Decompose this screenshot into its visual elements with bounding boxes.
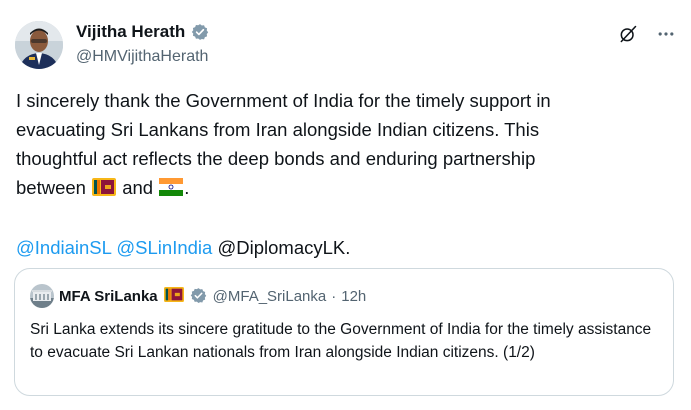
verified-badge-icon: [191, 23, 209, 41]
more-icon[interactable]: [656, 24, 676, 44]
india-flag-emoji: [159, 175, 184, 204]
mention-text: @DiplomacyLK.: [217, 237, 351, 258]
tweet-actions-top: [618, 24, 676, 44]
sri-lanka-flag-emoji: [92, 175, 117, 204]
quoted-author-name[interactable]: MFA SriLanka: [59, 288, 158, 305]
quoted-author-avatar[interactable]: [30, 284, 54, 308]
tweet-text-fragment: between: [16, 177, 92, 198]
tweet-text-fragment: and: [117, 177, 159, 198]
tweet-text-line: I sincerely thank the Government of Indi…: [16, 90, 551, 111]
meta-separator: ·: [331, 287, 337, 305]
mentions-line: @IndiainSL @SLinIndia @DiplomacyLK.: [16, 233, 676, 262]
mention-link[interactable]: @SLinIndia: [116, 237, 212, 258]
quoted-tweet-text: Sri Lanka extends its sincere gratitude …: [30, 321, 652, 361]
tweet-text-line: evacuating Sri Lankans from Iran alongsi…: [16, 119, 540, 140]
verified-badge-icon: [190, 287, 208, 305]
quoted-timestamp[interactable]: 12h: [341, 288, 366, 305]
text-spacer: [16, 204, 676, 233]
tweet-text-line: thoughtful act reflects the deep bonds a…: [16, 148, 536, 169]
quoted-author-handle[interactable]: @MFA_SriLanka: [213, 288, 327, 305]
quoted-tweet-header: MFA SriLanka @MFA_SriLanka · 12h: [30, 284, 366, 308]
mention-link[interactable]: @IndiainSL: [16, 237, 111, 258]
author-handle[interactable]: @HMVijithaHerath: [76, 48, 208, 66]
author-name-row[interactable]: Vijitha Herath: [76, 22, 209, 42]
quoted-tweet-card[interactable]: MFA SriLanka @MFA_SriLanka · 12h Sri Lan…: [14, 268, 674, 396]
grok-icon[interactable]: [618, 24, 638, 44]
sri-lanka-flag-emoji: [163, 286, 184, 306]
author-name[interactable]: Vijitha Herath: [76, 22, 185, 42]
tweet-text: I sincerely thank the Government of Indi…: [16, 86, 676, 262]
tweet-text-fragment: .: [184, 177, 190, 198]
author-avatar[interactable]: [15, 21, 63, 69]
tweet-text-line: between and .: [16, 173, 676, 204]
